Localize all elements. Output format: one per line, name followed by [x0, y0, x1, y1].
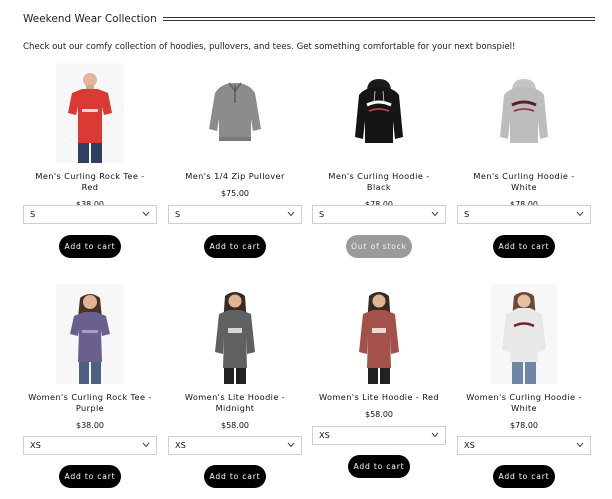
product-price: $78.00 — [510, 421, 538, 430]
chevron-down-icon — [576, 442, 584, 448]
size-select[interactable]: S — [168, 205, 302, 224]
collection-title: Weekend Wear Collection — [23, 12, 163, 26]
add-to-cart-button[interactable]: Add to cart — [493, 235, 555, 258]
product-card: Men's Curling Rock Tee - Red $38.00 S Ad… — [23, 63, 157, 258]
chevron-down-icon — [142, 211, 150, 217]
chevron-down-icon — [142, 442, 150, 448]
chevron-down-icon — [287, 442, 295, 448]
product-name[interactable]: Men's Curling Hoodie - White — [457, 171, 591, 193]
black-hoodie-photo[interactable] — [345, 63, 413, 163]
product-price: $58.00 — [221, 421, 249, 430]
size-select[interactable]: S — [457, 205, 591, 224]
size-select-value: S — [464, 209, 470, 219]
product-name[interactable]: Men's Curling Rock Tee - Red — [23, 171, 157, 193]
product-card: Women's Lite Hoodie - Red $58.00 XS Add … — [312, 284, 446, 478]
size-select-value: XS — [464, 440, 475, 450]
womens-white-hoodie-photo[interactable] — [490, 284, 558, 384]
add-to-cart-button[interactable]: Add to cart — [204, 235, 266, 258]
product-card: Men's Curling Hoodie - White $78.00 S Ad… — [457, 63, 591, 258]
product-card: Men's Curling Hoodie - Black $78.00 S Ou… — [312, 63, 446, 258]
product-price: $38.00 — [76, 421, 104, 430]
midnight-lite-hoodie-photo[interactable] — [201, 284, 269, 384]
size-select[interactable]: XS — [457, 436, 591, 455]
chevron-down-icon — [287, 211, 295, 217]
mens-red-tee-photo[interactable] — [56, 63, 124, 163]
size-select[interactable]: XS — [23, 436, 157, 455]
size-select-value: XS — [319, 430, 330, 440]
out-of-stock-button: Out of stock — [346, 235, 412, 258]
size-select[interactable]: S — [312, 205, 446, 224]
product-card: Women's Curling Hoodie - White $78.00 XS… — [457, 284, 591, 488]
size-select-value: XS — [175, 440, 186, 450]
product-name[interactable]: Women's Curling Hoodie - White — [457, 392, 591, 414]
product-card: Women's Lite Hoodie - Midnight $58.00 XS… — [168, 284, 302, 488]
product-name[interactable]: Men's Curling Hoodie - Black — [312, 171, 446, 193]
size-select[interactable]: XS — [312, 426, 446, 445]
white-hoodie-photo[interactable] — [490, 63, 558, 163]
size-select[interactable]: S — [23, 205, 157, 224]
size-select-value: S — [175, 209, 181, 219]
add-to-cart-button[interactable]: Add to cart — [493, 465, 555, 488]
collection-header: Weekend Wear Collection — [23, 12, 595, 28]
chevron-down-icon — [431, 211, 439, 217]
product-name[interactable]: Women's Lite Hoodie - Red — [312, 392, 446, 403]
chevron-down-icon — [576, 211, 584, 217]
add-to-cart-button[interactable]: Add to cart — [348, 455, 410, 478]
add-to-cart-button[interactable]: Add to cart — [59, 465, 121, 488]
size-select-value: S — [30, 209, 36, 219]
product-card: Men's 1/4 Zip Pullover $75.00 S Add to c… — [168, 63, 302, 258]
product-name[interactable]: Men's 1/4 Zip Pullover — [168, 171, 302, 182]
product-price: $58.00 — [365, 410, 393, 419]
size-select-value: S — [319, 209, 325, 219]
red-lite-hoodie-photo[interactable] — [345, 284, 413, 384]
product-price: $75.00 — [221, 189, 249, 198]
size-select-value: XS — [30, 440, 41, 450]
size-select[interactable]: XS — [168, 436, 302, 455]
womens-purple-tee-photo[interactable] — [56, 284, 124, 384]
collection-intro: Check out our comfy collection of hoodie… — [23, 42, 516, 52]
product-card: Women's Curling Rock Tee - Purple $38.00… — [23, 284, 157, 488]
chevron-down-icon — [431, 432, 439, 438]
product-name[interactable]: Women's Lite Hoodie - Midnight — [168, 392, 302, 414]
quarter-zip-pullover-photo[interactable] — [201, 63, 269, 163]
add-to-cart-button[interactable]: Add to cart — [59, 235, 121, 258]
product-name[interactable]: Women's Curling Rock Tee - Purple — [23, 392, 157, 414]
add-to-cart-button[interactable]: Add to cart — [204, 465, 266, 488]
